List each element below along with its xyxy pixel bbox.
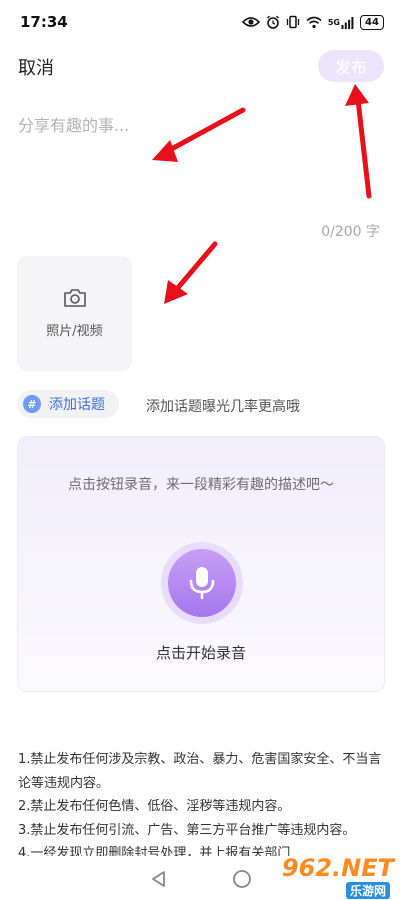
watermark-subtext: 乐游网 [345, 882, 390, 899]
add-topic-button[interactable]: # 添加话题 [17, 390, 119, 418]
home-circle-icon[interactable] [232, 869, 252, 889]
back-triangle-icon[interactable] [150, 870, 168, 888]
status-icons: 5G 44 [241, 14, 384, 30]
camera-icon [63, 288, 87, 312]
posting-rules: 1.禁止发布任何涉及宗教、政治、暴力、危害国家安全、不当言论等违规内容。 2.禁… [18, 748, 388, 856]
record-button[interactable] [161, 542, 243, 624]
publish-button[interactable]: 发布 [318, 50, 384, 82]
topic-hint: 添加话题曝光几率更高哦 [146, 399, 300, 415]
add-media-button[interactable]: 照片/视频 [17, 256, 132, 371]
content-input[interactable] [18, 112, 384, 212]
header: 取消 发布 [0, 48, 402, 88]
cancel-button[interactable]: 取消 [18, 54, 54, 80]
network-type: 5G [327, 17, 340, 27]
voice-record-card: 点击按钮录音，来一段精彩有趣的描述吧～ 点击开始录音 [17, 436, 385, 692]
watermark-text: 962.NET [281, 854, 394, 882]
microphone-icon [168, 549, 236, 617]
battery-icon: 44 [360, 14, 384, 30]
annotation-arrow-media [164, 241, 218, 304]
rule-item: 1.禁止发布任何涉及宗教、政治、暴力、危害国家安全、不当言论等违规内容。 [18, 752, 382, 791]
status-bar: 17:34 5G 44 [0, 0, 402, 44]
alarm-icon [266, 15, 280, 29]
char-count: 0/200 字 [321, 224, 380, 240]
status-time: 17:34 [20, 13, 68, 31]
record-start-label: 点击开始录音 [155, 644, 246, 662]
site-watermark: 962.NET 乐游网 [256, 848, 394, 899]
hashtag-icon: # [23, 395, 41, 413]
rule-item: 2.禁止发布任何色情、低俗、淫秽等违规内容。 [18, 799, 291, 814]
vibrate-icon [286, 15, 300, 29]
signal-icon: 5G [328, 15, 354, 29]
media-label: 照片/视频 [46, 324, 103, 339]
wifi-icon [306, 15, 322, 29]
eye-icon [241, 15, 260, 29]
record-prompt: 点击按钮录音，来一段精彩有趣的描述吧～ [68, 477, 334, 493]
rule-item: 3.禁止发布任何引流、广告、第三方平台推广等违规内容。 [18, 822, 356, 838]
topic-label: 添加话题 [49, 397, 105, 413]
